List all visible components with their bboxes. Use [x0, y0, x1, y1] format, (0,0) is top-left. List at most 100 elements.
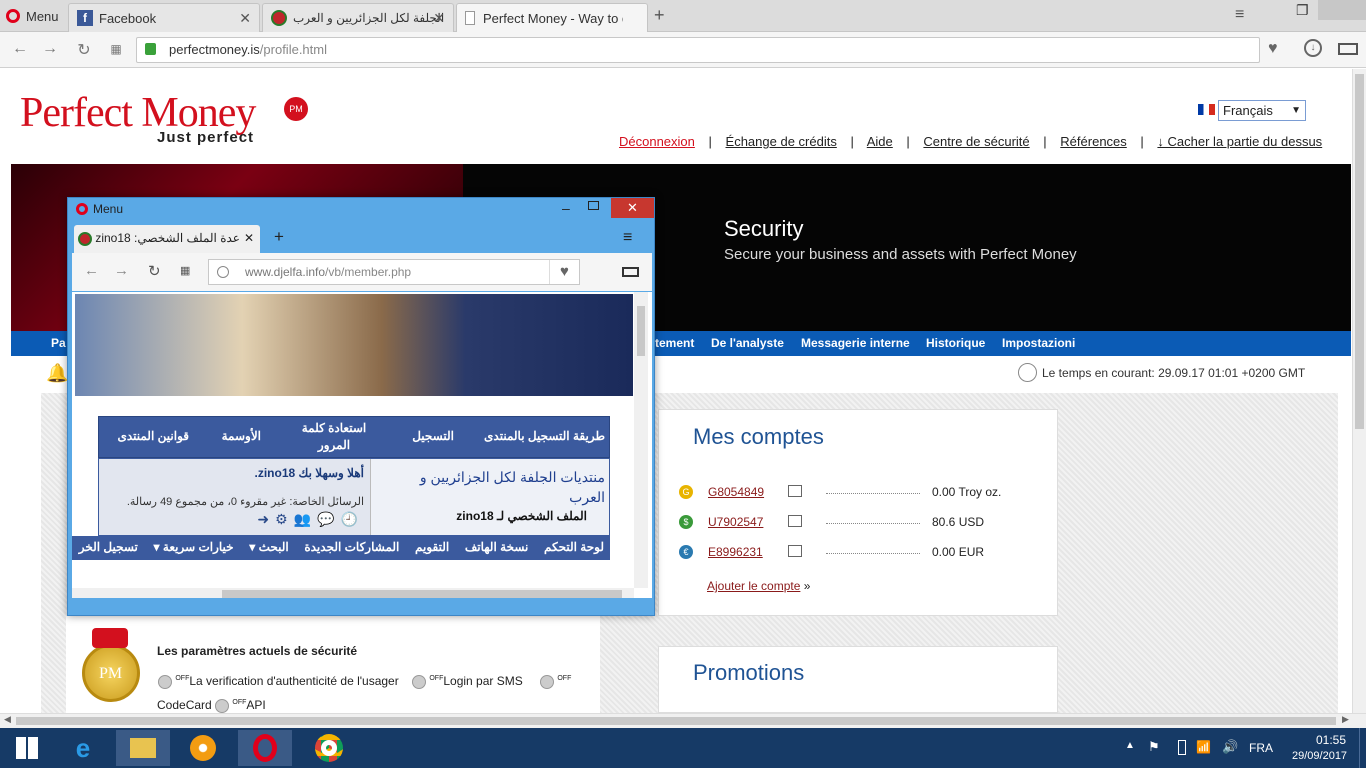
account-details-icon[interactable]	[788, 515, 802, 527]
input-language[interactable]: FRA	[1249, 741, 1273, 755]
forum-nav-mobile[interactable]: نسخة الهاتف	[459, 536, 535, 558]
forum-nav-control-panel[interactable]: لوحة التحكم	[538, 536, 610, 558]
popup-menu-button[interactable]: Menu	[76, 202, 123, 216]
forum-name-link[interactable]: منتديات الجلفة لكل الجزائريين و العرب	[387, 467, 605, 507]
help-link[interactable]: Aide	[867, 134, 893, 149]
user-toolbar-icons[interactable]: 🕘💬👥⚙➜	[257, 511, 364, 528]
site-logo[interactable]: Perfect Money PM Just perfect	[20, 89, 320, 159]
volume-icon[interactable]: 🔊	[1222, 739, 1238, 755]
new-tab-button[interactable]: +	[654, 5, 665, 26]
add-account-link[interactable]: Ajouter le compte	[707, 579, 800, 593]
toggle-off-icon[interactable]	[540, 674, 554, 689]
forum-link-rules[interactable]: قوانين المنتدى	[117, 429, 189, 443]
popup-tab[interactable]: zino18 :عدة الملف الشخصي ✕	[74, 225, 260, 253]
private-messages-text[interactable]: الرسائل الخاصة: غير مقروء 0، من مجموع 49…	[127, 495, 364, 508]
close-window-button[interactable]: ✕	[611, 198, 654, 218]
nav-item-history[interactable]: Historique	[926, 331, 985, 356]
clock-time[interactable]: 01:55	[1316, 733, 1346, 747]
nav-item-payment[interactable]: tement	[655, 331, 694, 356]
tab-perfect-money[interactable]: Perfect Money - Way to do	[456, 3, 648, 32]
exchange-link[interactable]: Échange de crédits	[726, 134, 837, 149]
scroll-thumb[interactable]	[1355, 74, 1364, 429]
reload-icon[interactable]: ↻	[148, 262, 161, 280]
windows-start-icon[interactable]	[0, 730, 54, 766]
bell-icon[interactable]: 🔔	[46, 363, 68, 384]
hide-top-link[interactable]: ↓ Cacher la partie du dessus	[1157, 134, 1322, 149]
forum-nav-new-posts[interactable]: المشاركات الجديدة	[298, 536, 405, 558]
maximize-icon[interactable]	[588, 201, 599, 210]
clock-date[interactable]: 29/09/2017	[1292, 750, 1347, 762]
media-player-icon[interactable]	[176, 730, 230, 766]
account-id-link[interactable]: G8054849	[708, 485, 764, 499]
show-hidden-icons-icon[interactable]: ▲	[1125, 740, 1135, 751]
reload-icon[interactable]: ↻	[74, 40, 94, 60]
forum-link-register[interactable]: التسجيل	[412, 429, 454, 443]
nav-item-settings[interactable]: Impostazioni	[1002, 331, 1075, 356]
chrome-icon[interactable]	[302, 730, 356, 766]
restore-window-icon[interactable]: ❐	[1296, 2, 1309, 19]
battery-icon[interactable]	[1178, 740, 1186, 755]
popup-horizontal-scrollbar[interactable]	[72, 588, 634, 598]
account-id-link[interactable]: U7902547	[708, 515, 763, 529]
page-horizontal-scrollbar[interactable]: ◀ ▶	[0, 713, 1366, 728]
minimize-icon[interactable]: –	[562, 200, 570, 216]
opera-taskbar-icon[interactable]	[238, 730, 292, 766]
page-vertical-scrollbar[interactable]	[1352, 69, 1366, 713]
tab-djelfa[interactable]: الجلفة لكل الجزائريين و العرب ✕	[262, 3, 454, 32]
security-center-link[interactable]: Centre de sécurité	[923, 134, 1029, 149]
forum-link-recover-password[interactable]: استعادة كلمة المرور	[299, 420, 369, 454]
nav-item-analyst[interactable]: De l'analyste	[711, 331, 784, 356]
speed-dial-icon[interactable]: ▦	[106, 42, 126, 56]
download-icon[interactable]: ↓	[1304, 39, 1322, 57]
forum-link-registration-guide[interactable]: طريقة التسجيل بالمنتدى	[484, 429, 605, 443]
action-center-flag-icon[interactable]: ⚑	[1148, 739, 1160, 755]
speed-dial-icon[interactable]: ▦	[180, 264, 190, 277]
heart-bookmark-icon[interactable]: ♥	[1268, 40, 1278, 58]
logout-link[interactable]: Déconnexion	[619, 134, 695, 149]
battery-saver-icon[interactable]	[622, 267, 639, 277]
tab-menu-icon[interactable]: ≡	[1235, 6, 1244, 24]
signal-icon[interactable]: 📶	[1196, 740, 1211, 754]
scroll-thumb[interactable]	[16, 717, 1336, 725]
language-select[interactable]: Français ▼	[1218, 100, 1306, 121]
close-tab-icon[interactable]: ✕	[433, 10, 445, 27]
scroll-left-icon[interactable]: ◀	[4, 714, 11, 725]
account-details-icon[interactable]	[788, 485, 802, 497]
toggle-off-icon[interactable]	[158, 674, 172, 689]
back-icon[interactable]: ←	[84, 262, 99, 279]
forward-icon[interactable]: →	[40, 40, 60, 58]
tab-facebook[interactable]: f Facebook ✕	[68, 3, 260, 32]
battery-saver-icon[interactable]	[1338, 43, 1358, 55]
tab-menu-icon[interactable]: ≡	[623, 229, 632, 247]
account-id-link[interactable]: E8996231	[708, 545, 763, 559]
forum-nav-calendar[interactable]: التقويم	[409, 536, 455, 558]
nav-item-messaging[interactable]: Messagerie interne	[801, 331, 910, 356]
heart-bookmark-icon[interactable]: ♥	[549, 260, 579, 284]
file-explorer-icon[interactable]	[116, 730, 170, 766]
toggle-off-icon[interactable]	[215, 698, 230, 713]
forum-nav-search[interactable]: البحث ▾	[243, 536, 295, 558]
close-tab-icon[interactable]: ✕	[239, 10, 251, 27]
back-icon[interactable]: ←	[10, 40, 30, 58]
url-field[interactable]: perfectmoney.is/profile.html	[136, 37, 1260, 63]
internet-explorer-icon[interactable]: e	[56, 730, 110, 766]
separator: |	[708, 134, 712, 149]
popup-vertical-scrollbar[interactable]	[634, 292, 648, 588]
forum-nav-quick-options[interactable]: خيارات سريعة ▾	[148, 536, 240, 558]
scroll-thumb[interactable]	[222, 590, 622, 598]
scroll-thumb[interactable]	[637, 306, 645, 356]
show-desktop-button[interactable]	[1359, 728, 1366, 768]
references-link[interactable]: Références	[1060, 134, 1126, 149]
forum-link-medals[interactable]: الأوسمة	[222, 429, 261, 443]
opera-menu-button[interactable]: Menu	[0, 0, 66, 32]
nav-item-partial[interactable]: Pa	[51, 331, 66, 356]
popup-url-field[interactable]: www.djelfa.info/vb/member.php ♥	[208, 259, 580, 285]
close-window-button[interactable]	[1318, 0, 1366, 20]
new-tab-button[interactable]: +	[274, 227, 284, 247]
scroll-right-icon[interactable]: ▶	[1342, 714, 1349, 725]
forward-icon[interactable]: →	[114, 262, 129, 279]
toggle-off-icon[interactable]	[412, 674, 426, 689]
forum-nav-logout[interactable]: تسجيل الخر	[73, 536, 144, 558]
account-details-icon[interactable]	[788, 545, 802, 557]
close-tab-icon[interactable]: ✕	[244, 231, 254, 245]
